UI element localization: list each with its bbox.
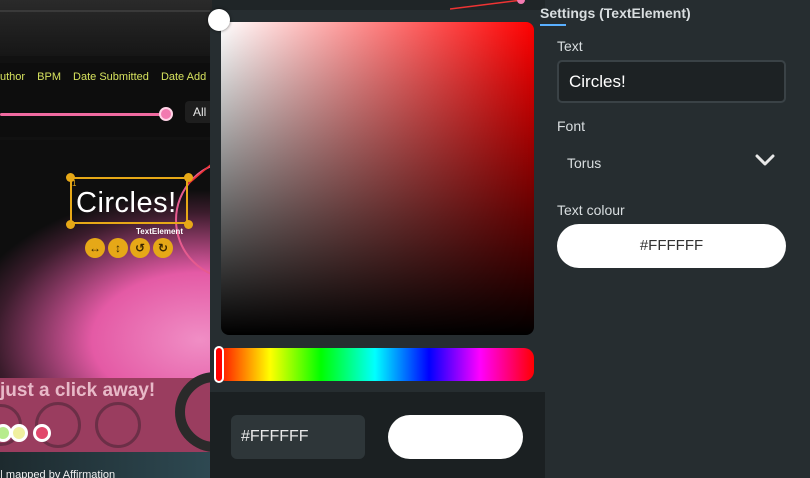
editor-window: uthor BPM Date Submitted Date Add All ju… <box>0 0 810 478</box>
rotate-left-icon[interactable]: ↺ <box>130 238 150 258</box>
scale-vertical-icon[interactable]: ↕ <box>108 238 128 258</box>
preview-header <box>0 0 212 56</box>
text-element-content: Circles! <box>76 187 177 219</box>
element-type-tag: TextElement <box>136 227 183 236</box>
selected-text-element[interactable]: Circles! 1 <box>70 177 188 224</box>
preview-divider <box>0 10 212 12</box>
sort-tabs: uthor BPM Date Submitted Date Add <box>0 71 212 83</box>
colour-picker-popover <box>208 9 545 478</box>
text-colour-label: Text colour <box>557 202 625 218</box>
settings-panel: Settings (TextElement) Text Font Torus T… <box>540 0 810 478</box>
beatmap-mapper: | mapped by Affirmation <box>0 469 116 478</box>
star-range-slider[interactable] <box>0 113 166 116</box>
font-dropdown-value: Torus <box>567 155 602 171</box>
status-dot <box>10 424 28 442</box>
connector-line <box>450 0 525 10</box>
resize-handle-bottom-right[interactable] <box>184 220 193 229</box>
collection-dropdown[interactable]: All <box>185 101 212 123</box>
sort-tab-date-submitted[interactable]: Date Submitted <box>73 71 149 83</box>
saturation-value-handle[interactable] <box>208 9 230 31</box>
slider-handle[interactable] <box>159 107 173 121</box>
hue-slider-handle[interactable] <box>214 346 224 383</box>
settings-title: Settings (TextElement) <box>540 5 691 21</box>
status-dot <box>33 424 51 442</box>
rotate-right-icon[interactable]: ↻ <box>153 238 173 258</box>
font-label: Font <box>557 118 586 134</box>
title-underline <box>540 24 566 26</box>
text-field-label: Text <box>557 38 583 54</box>
resize-handle-bottom-left[interactable] <box>66 220 75 229</box>
hex-colour-input[interactable] <box>231 415 365 459</box>
promo-banner-text: just a click away! <box>0 380 156 401</box>
text-colour-button[interactable]: #FFFFFF <box>557 224 786 268</box>
sort-tab-date-added[interactable]: Date Add <box>161 71 206 83</box>
font-dropdown[interactable]: Torus <box>557 143 786 183</box>
resize-handle-top-left[interactable] <box>66 173 75 182</box>
chevron-down-icon <box>755 154 775 166</box>
mod-icon <box>95 402 141 448</box>
text-field[interactable] <box>557 60 786 103</box>
scale-horizontal-icon[interactable]: ↔ <box>85 238 105 258</box>
sort-tab-bpm[interactable]: BPM <box>37 71 61 83</box>
resize-handle-top-right[interactable] <box>184 173 193 182</box>
sort-tab-author[interactable]: uthor <box>0 71 25 83</box>
skin-preview: uthor BPM Date Submitted Date Add All ju… <box>0 0 212 478</box>
saturation-value-area[interactable] <box>221 22 534 335</box>
colour-preview-swatch <box>388 415 523 459</box>
background-artwork <box>0 140 212 378</box>
hue-slider[interactable] <box>216 348 534 381</box>
